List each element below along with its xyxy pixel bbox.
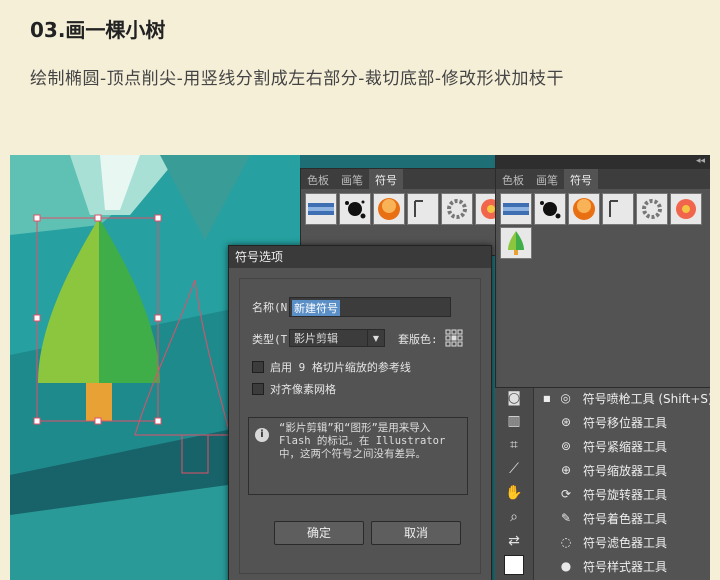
sprayer-tool-icon[interactable]: ◙ [503,390,525,410]
info-icon: i [255,428,269,442]
tool-item[interactable]: ⊕ 符号缩放器工具 [557,460,667,480]
checkbox-9-slice[interactable] [252,361,264,373]
symbol-options-dialog: 符号选项 名称(N): 新建符号 类型(T): 影片剪辑 ▼ 套版色: 启用 9… [228,245,492,580]
symbol-styler-icon: ● [560,559,572,573]
symbol-orange-button-icon[interactable] [373,193,405,225]
symbol-corner-mark-icon[interactable] [407,193,439,225]
tool-item[interactable]: ⟳ 符号旋转器工具 [557,484,667,504]
hand-tool-icon[interactable]: ✋ [503,485,525,505]
page-subtitle: 绘制椭圆-顶点削尖-用竖线分割成左右部分-裁切底部-修改形状加枝干 [30,69,565,89]
info-text: “影片剪辑”和“图形”是用来导入 Flash 的标记。在 Illustrator… [279,422,446,460]
tab-swatches[interactable]: 色板 [301,169,335,189]
artboard-tool-icon[interactable]: ⌗ [503,437,525,457]
ok-button[interactable]: 确定 [274,521,364,545]
tool-item[interactable]: ● 符号样式器工具 [557,556,667,576]
panel-tabs: 色板 画笔 符号 [301,169,497,189]
symbol-spinner-icon: ⟳ [560,487,572,501]
symbol-flower-icon[interactable] [670,193,702,225]
panel-tabs: 色板 画笔 符号 [496,169,710,189]
symbol-name-input[interactable]: 新建符号 [289,297,451,317]
symbol-type-select[interactable]: 影片剪辑 ▼ [289,329,385,347]
checkbox-pixel-grid[interactable] [252,383,264,395]
symbol-blue-bar-icon[interactable] [500,193,532,225]
tool-item[interactable]: ✎ 符号着色器工具 [557,508,667,528]
fill-color-icon[interactable] [504,555,524,575]
dialog-title: 符号选项 [229,246,491,268]
registration-grid-icon[interactable] [445,329,463,347]
chevron-down-icon: ▼ [367,330,384,346]
checkbox-pixel-grid-label: 对齐像素网格 [270,383,336,396]
graph-tool-icon[interactable]: ▥ [503,413,525,433]
screenshot-scene: 色板 画笔 符号 ◂◂ 色板 画笔 符号 符号选项 名称(N): 新建符号 类型… [10,155,710,580]
symbols-panel-left: 色板 画笔 符号 [300,168,507,256]
symbol-screener-icon: ◌ [560,535,572,549]
symbol-stainer-icon: ✎ [560,511,572,525]
symbol-ink-splat-icon[interactable] [339,193,371,225]
symbol-sizer-icon: ⊕ [560,463,572,477]
symbol-shifter-icon: ⊛ [560,415,572,429]
page-heading: 03.画一棵小树 [30,18,166,42]
symbol-wreath-icon[interactable] [441,193,473,225]
tab-brushes[interactable]: 画笔 [530,169,564,189]
tool-item[interactable]: ■ ◎ 符号喷枪工具 (Shift+S) [543,388,710,408]
zoom-tool-icon[interactable]: ⌕ [503,509,525,529]
tool-item[interactable]: ⊛ 符号移位器工具 [557,412,667,432]
tab-swatches[interactable]: 色板 [496,169,530,189]
symbol-orange-button-icon[interactable] [568,193,600,225]
swap-colors-icon[interactable]: ⇄ [503,533,525,553]
symbol-swatch-row [305,193,507,225]
symbol-corner-mark-icon[interactable] [602,193,634,225]
symbol-blue-bar-icon[interactable] [305,193,337,225]
double-chevron-icon[interactable]: ◂◂ [696,156,705,166]
registration-label: 套版色: [398,333,438,346]
symbol-ink-splat-icon[interactable] [534,193,566,225]
symbol-sprayer-icon: ◎ [560,391,571,405]
info-box: i “影片剪辑”和“图形”是用来导入 Flash 的标记。在 Illustrat… [248,417,468,495]
symbol-swatch-row [500,193,702,225]
tab-symbols[interactable]: 符号 [564,169,598,189]
cancel-button[interactable]: 取消 [371,521,461,545]
symbol-tree-icon[interactable] [500,227,532,259]
symbol-tools-flyout: ◙ ▥ ⌗ ⟋ ✋ ⌕ ⇄ ■ ◎ 符号喷枪工具 (Shift+S) ⊛ 符号移… [495,387,710,580]
tool-item[interactable]: ◌ 符号滤色器工具 [557,532,667,552]
toolbar-column: ◙ ▥ ⌗ ⟋ ✋ ⌕ ⇄ [495,388,534,580]
slice-tool-icon[interactable]: ⟋ [503,461,525,481]
symbol-scruncher-icon: ⊚ [560,439,572,453]
symbol-wreath-icon[interactable] [636,193,668,225]
checkbox-9-slice-label: 启用 9 格切片缩放的参考线 [270,361,411,374]
selected-bullet-icon: ■ [543,393,551,403]
symbols-panel-right: ◂◂ 色板 画笔 符号 [495,155,710,389]
symbol-outline-preview [134,279,240,474]
tool-item[interactable]: ⊚ 符号紧缩器工具 [557,436,667,456]
tab-brushes[interactable]: 画笔 [335,169,369,189]
tab-symbols[interactable]: 符号 [369,169,403,189]
